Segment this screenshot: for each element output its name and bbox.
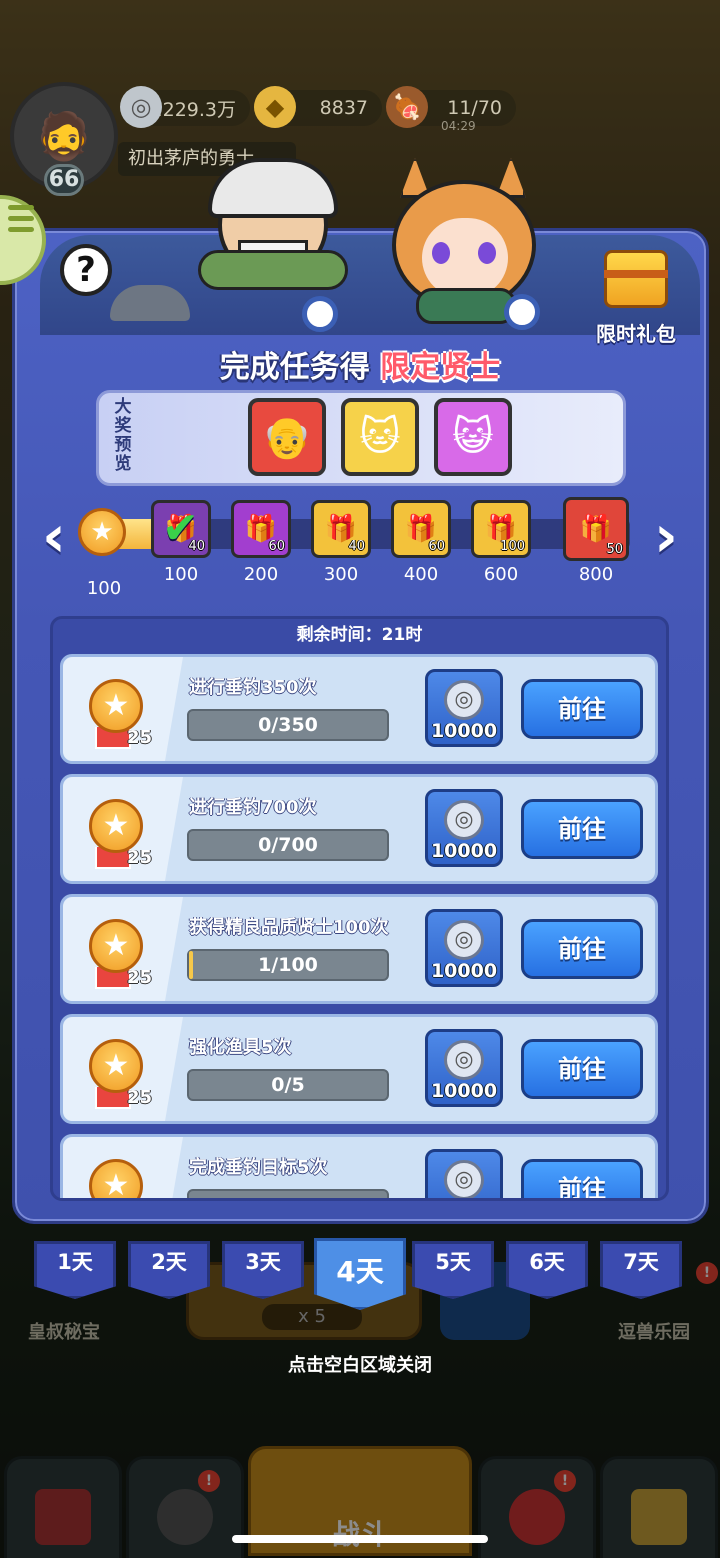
silver-coin-icon: ◎ xyxy=(444,1160,484,1198)
task-row: ★ 25 进行垂钓700次 0/700 ◎ 10000 前往 xyxy=(60,774,658,884)
player-level: 66 xyxy=(44,164,84,196)
chest-quantity: 40 xyxy=(348,539,365,554)
headline-prefix: 完成任务得 xyxy=(219,350,370,385)
milestone-chest[interactable]: 🎁 60 xyxy=(391,500,451,558)
milestone-chest[interactable]: 🎁 40 xyxy=(311,500,371,558)
reward-box[interactable]: ◎ 10000 xyxy=(425,909,503,987)
help-icon[interactable]: ? xyxy=(60,244,112,296)
milestone-chest[interactable]: 🎁 100 xyxy=(471,500,531,558)
go-button[interactable]: 前往 xyxy=(521,919,643,979)
silver-coin-icon: ◎ xyxy=(444,920,484,960)
points-medal-icon: ★ xyxy=(78,508,126,556)
chest-icon: 🎁 xyxy=(579,514,613,544)
milestone-value: 800 xyxy=(578,564,614,585)
medal-quantity: 25 xyxy=(127,727,153,748)
prize-old-sage[interactable]: 👴 xyxy=(248,398,326,476)
sage-hero-old-man xyxy=(198,150,348,300)
reward-box[interactable]: ◎ 10000 xyxy=(425,669,503,747)
reward-box[interactable]: ◎ 10000 xyxy=(425,789,503,867)
gift-chest-icon[interactable] xyxy=(600,242,672,312)
task-row: ★ 完成垂钓目标5次 ◎ 前往 xyxy=(60,1134,658,1198)
gold-value: 8837 xyxy=(319,97,368,119)
milestone-chest[interactable]: 🎁 50 xyxy=(563,497,629,561)
prize-cat-girl[interactable]: 🐱 xyxy=(341,398,419,476)
points-current: 100 xyxy=(86,578,122,599)
close-hint[interactable]: 点击空白区域关闭 xyxy=(0,1351,720,1377)
chest-quantity: 50 xyxy=(606,542,623,557)
stamina-timer: 04:29 xyxy=(441,119,476,133)
star-medal-icon: ★ xyxy=(89,679,143,733)
task-row: ★ 25 进行垂钓350次 0/350 ◎ 10000 前往 xyxy=(60,654,658,764)
reward-quantity: 10000 xyxy=(430,960,498,982)
chest-quantity: 60 xyxy=(428,539,445,554)
task-row: ★ 25 强化渔具5次 0/5 ◎ 10000 前往 xyxy=(60,1014,658,1124)
silver-coin-icon: ◎ xyxy=(444,1040,484,1080)
task-progress-fill xyxy=(189,951,193,979)
task-rows: ★ 25 进行垂钓350次 0/350 ◎ 10000 前往 ★ 25 进行垂钓700次 0/700… xyxy=(50,616,669,1198)
task-progress-bar: 0/700 xyxy=(187,829,389,861)
star-medal-icon: ★ xyxy=(89,919,143,973)
go-button[interactable]: 前往 xyxy=(521,679,643,739)
task-progress-text: 0/700 xyxy=(258,834,318,856)
milestone-value: 100 xyxy=(163,564,199,585)
chest-quantity: 60 xyxy=(268,539,285,554)
gold-counter: ◆ 8837 xyxy=(254,86,382,128)
panel-headline: 完成任务得 限定贤士 xyxy=(0,342,720,386)
chest-quantity: 100 xyxy=(500,539,525,554)
coin-value: 2229.3万 xyxy=(150,98,236,121)
reward-box[interactable]: ◎ 10000 xyxy=(425,1029,503,1107)
task-progress-text: 0/5 xyxy=(271,1074,305,1096)
milestone-chest[interactable]: 🎁 60 xyxy=(231,500,291,558)
go-button[interactable]: 前往 xyxy=(521,1039,643,1099)
go-button[interactable]: 前往 xyxy=(521,799,643,859)
task-progress-text: 1/100 xyxy=(258,954,318,976)
meat-icon: 🍖 xyxy=(386,86,428,128)
task-name: 完成垂钓目标5次 xyxy=(189,1157,328,1178)
magnifier-icon[interactable] xyxy=(504,294,540,330)
next-arrow-icon[interactable]: › xyxy=(646,506,686,570)
checkmark-icon: ✔ xyxy=(162,503,199,554)
go-button[interactable]: 前往 xyxy=(521,1159,643,1198)
task-name: 进行垂钓700次 xyxy=(189,797,317,818)
prev-arrow-icon[interactable]: ‹ xyxy=(34,506,74,570)
home-indicator xyxy=(232,1535,488,1543)
task-row: ★ 25 获得精良品质贤士100次 1/100 ◎ 10000 前往 xyxy=(60,894,658,1004)
coin-counter: ◎ 2229.3万 xyxy=(120,86,250,128)
task-progress-bar: 0/350 xyxy=(187,709,389,741)
star-medal-icon: ★ xyxy=(89,1039,143,1093)
task-name: 强化渔具5次 xyxy=(189,1037,292,1058)
coin-icon: ◎ xyxy=(120,86,162,128)
silver-coin-icon: ◎ xyxy=(444,680,484,720)
task-progress-text: 0/350 xyxy=(258,714,318,736)
preview-label: 大奖预览 xyxy=(114,397,132,474)
magnifier-icon[interactable] xyxy=(302,296,338,332)
reward-box[interactable]: ◎ xyxy=(425,1149,503,1198)
task-progress-bar xyxy=(187,1189,389,1198)
milestone-value: 600 xyxy=(483,564,519,585)
reward-quantity: 10000 xyxy=(430,720,498,742)
stamina-value: 11/70 xyxy=(447,97,502,119)
medal-quantity: 25 xyxy=(127,847,153,868)
medal-quantity: 25 xyxy=(127,967,153,988)
reward-quantity: 10000 xyxy=(430,1080,498,1102)
reward-quantity: 10000 xyxy=(430,840,498,862)
milestone-value: 200 xyxy=(243,564,279,585)
gold-ingot-icon: ◆ xyxy=(254,86,296,128)
prize-white-cat-girl[interactable]: 😺 xyxy=(434,398,512,476)
headline-highlight: 限定贤士 xyxy=(380,350,501,385)
task-name: 进行垂钓350次 xyxy=(189,677,317,698)
silver-coin-icon: ◎ xyxy=(444,800,484,840)
task-progress-bar: 1/100 xyxy=(187,949,389,981)
star-medal-icon: ★ xyxy=(89,799,143,853)
milestone-value: 300 xyxy=(323,564,359,585)
task-name: 获得精良品质贤士100次 xyxy=(189,917,389,938)
task-progress-bar: 0/5 xyxy=(187,1069,389,1101)
medal-quantity: 25 xyxy=(127,1087,153,1108)
milestone-value: 400 xyxy=(403,564,439,585)
milestone-chest[interactable]: 🎁 40 ✔ xyxy=(151,500,211,558)
